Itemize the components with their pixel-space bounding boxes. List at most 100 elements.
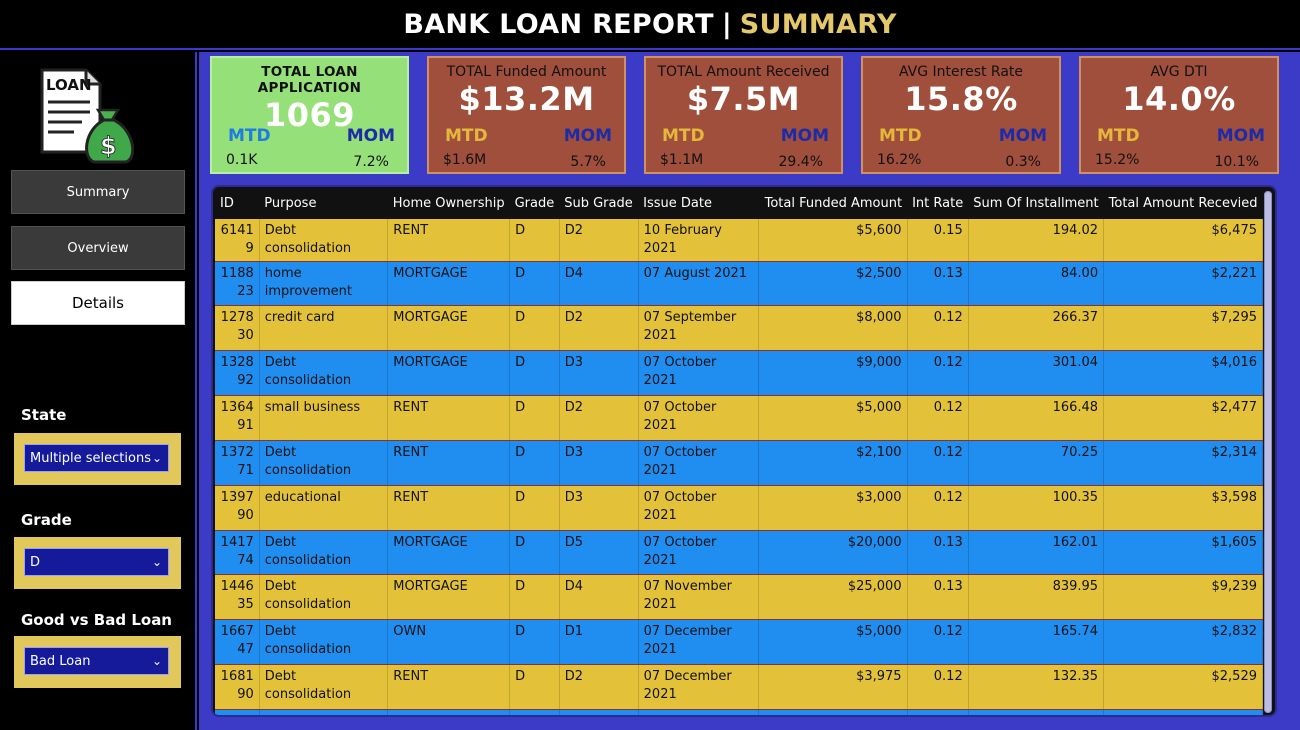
table-cell: 0.12 [907,440,969,486]
table-cell: small business [259,395,389,441]
table-cell: OWN [387,709,511,715]
kpi-mtd-value: 0.1K [226,152,258,168]
column-header[interactable]: Purpose [259,187,388,219]
kpi-card-avg-dti[interactable]: AVG DTI 14.0% MTD MOM 15.2% 10.1% [1079,56,1279,174]
table-scrollbar-thumb[interactable] [1264,191,1272,713]
grade-filter: D ⌄ [14,537,181,589]
loan-details-table[interactable]: ID Purpose Home Ownership Grade Sub Grad… [211,185,1277,717]
table-cell: $4,016 [1103,350,1263,396]
table-row[interactable]: 141774 Debt consolidation MORTGAGE D D5 07 Oc… [215,530,1263,575]
table-row[interactable]: 136491 small business RENT D D2 07 October 20… [215,395,1263,441]
kpi-mom-label: MOM [998,126,1047,146]
column-header[interactable]: Grade [509,187,560,219]
loan-status-dropdown[interactable]: Bad Loan ⌄ [24,647,169,675]
column-header[interactable]: Int Rate [907,187,969,219]
table-cell: 07 September 2021 [638,305,759,351]
kpi-card-total-applications[interactable]: TOTAL LOAN APPLICATION 1069 MTD MOM 0.1K… [210,56,409,174]
kpi-card-amount-received[interactable]: TOTAL Amount Received $7.5M MTD MOM $1.1… [644,56,843,174]
table-cell: D [509,574,560,620]
table-cell: 132.35 [968,664,1105,710]
nav-details-label: Details [71,294,124,312]
loan-status-dropdown-value: Bad Loan [30,653,91,669]
kpi-mom-label: MOM [563,126,612,146]
kpi-mtd-label: MTD [879,126,922,146]
kpi-card-funded-amount[interactable]: TOTAL Funded Amount $13.2M MTD MOM $1.6M… [427,56,626,174]
kpi-card-avg-interest-rate[interactable]: AVG Interest Rate 15.8% MTD MOM 16.2% 0.… [861,56,1061,174]
kpi-title: AVG Interest Rate [898,64,1024,80]
column-header[interactable]: ID [215,187,260,219]
column-header[interactable]: Sub Grade [559,187,639,219]
table-cell: D4 [559,261,639,306]
table-row[interactable]: 168190 Debt consolidation RENT D D2 07 Decemb… [215,664,1263,710]
table-cell: 0.12 [907,485,969,531]
nav-summary-button[interactable]: Summary [11,170,185,214]
table-cell: $9,000 [758,350,908,396]
table-cell: 301.04 [968,350,1105,396]
report-title: BANK LOAN REPORT [403,8,714,40]
table-row[interactable]: 127830 credit card MORTGAGE D D2 07 September… [215,305,1263,351]
table-row[interactable]: 144635 Debt consolidation MORTGAGE D D4 07 No… [215,574,1263,620]
loan-status-filter: Bad Loan ⌄ [14,636,181,688]
table-cell: Debt consolidation [259,350,389,396]
table-cell: 166.48 [968,395,1105,441]
table-cell: 168190 [215,664,260,710]
table-row[interactable]: 16979major purchaseOWNDD107 December 202… [215,709,1263,715]
table-cell: 0.12 [907,709,969,715]
table-cell: D5 [559,530,639,575]
table-cell: $16,000 [758,709,908,715]
table-row[interactable]: 166747 Debt consolidation OWN D D1 07 Decembe… [215,619,1263,665]
grade-filter-label: Grade [21,511,72,529]
table-cell: MORTGAGE [387,530,511,575]
column-header[interactable]: Total Funded Amount [758,187,908,219]
column-header[interactable]: Sum Of Installment [968,187,1104,219]
table-cell: 127830 [215,305,260,351]
table-cell: RENT [387,395,511,441]
grade-dropdown[interactable]: D ⌄ [24,548,169,576]
table-cell: 162.01 [968,530,1105,575]
kpi-mtd-value: $1.1M [660,152,704,168]
table-row[interactable]: 139790 educational RENT D D3 07 October 2021 $… [215,485,1263,531]
logo-text: LOAN [46,76,92,94]
state-dropdown[interactable]: Multiple selections ⌄ [24,444,169,472]
table-cell: 141774 [215,530,260,575]
table-cell: $1,605 [1103,530,1263,575]
table-cell: Debt consolidation [259,219,389,262]
kpi-value: 14.0% [1122,80,1236,118]
table-scrollbar[interactable] [1264,191,1272,713]
table-cell: $2,314 [1103,440,1263,486]
table-cell: credit card [259,305,389,351]
table-row[interactable]: 61419 Debt consolidation RENT D D2 10 Februar… [215,219,1263,262]
table-cell: 166747 [215,619,260,665]
table-cell: 0.13 [907,530,969,575]
table-cell: D [509,305,560,351]
table-cell: D2 [559,219,639,262]
table-cell: major purchase [259,709,389,715]
table-cell: 144635 [215,574,260,620]
table-cell: $3,598 [1103,485,1263,531]
kpi-mom-value: 5.7% [570,154,606,170]
nav-details-button[interactable]: Details [11,281,185,325]
main-panel: TOTAL LOAN APPLICATION 1069 MTD MOM 0.1K… [199,52,1300,730]
sidebar: LOAN $ Summary Overview Details State Mu… [0,52,197,730]
kpi-mtd-label: MTD [662,126,705,146]
table-cell: 0.12 [907,664,969,710]
column-header[interactable]: Total Amount Recevied [1103,187,1263,219]
table-row[interactable]: 118823 home improvement MORTGAGE D D4 07 Augu… [215,261,1263,306]
table-cell: 165.74 [968,619,1105,665]
table-cell: D [509,440,560,486]
column-header[interactable]: Home Ownership [387,187,510,219]
table-cell: 0.12 [907,619,969,665]
table-row[interactable]: 137271 Debt consolidation RENT D D3 07 Octobe… [215,440,1263,486]
table-cell: $2,221 [1103,261,1263,306]
column-header[interactable]: Issue Date [638,187,759,219]
table-cell: 132892 [215,350,260,396]
nav-overview-button[interactable]: Overview [11,226,185,270]
table-cell: MORTGAGE [387,261,511,306]
table-cell: 07 August 2021 [638,261,759,306]
kpi-mtd-label: MTD [228,126,271,146]
table-row[interactable]: 132892 Debt consolidation MORTGAGE D D3 07 Oc… [215,350,1263,396]
table-cell: $7,895 [1103,709,1263,715]
table-cell: 0.12 [907,395,969,441]
table-cell: $8,000 [758,305,908,351]
table-cell: D4 [559,574,639,620]
